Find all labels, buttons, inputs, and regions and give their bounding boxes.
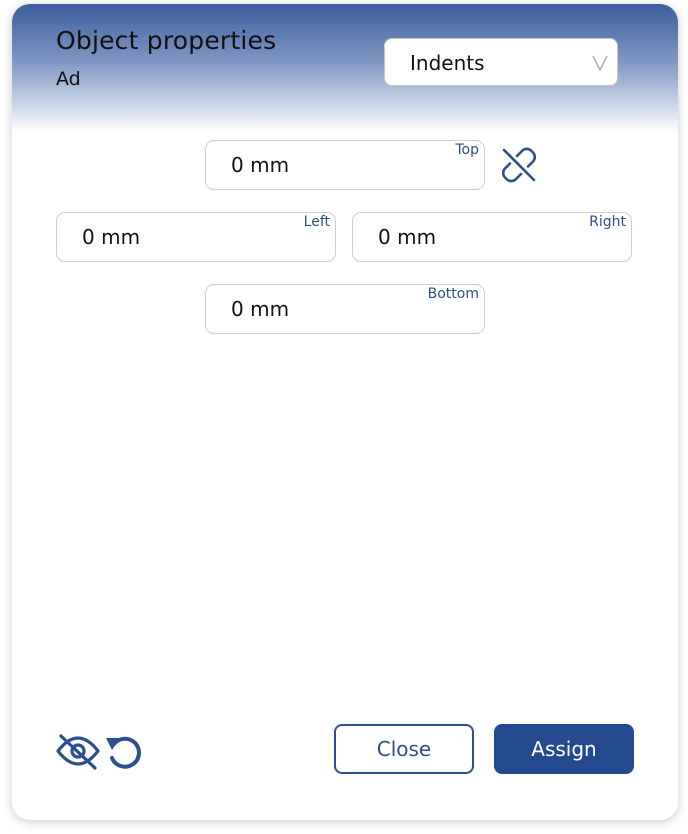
close-button[interactable]: Close: [334, 724, 474, 774]
indent-left-value: 0 mm: [82, 225, 141, 249]
eye-off-icon[interactable]: [54, 728, 102, 776]
indent-left-field[interactable]: 0 mm Left: [56, 212, 336, 262]
dialog-header: Object properties Ad Indents: [12, 4, 678, 132]
assign-button[interactable]: Assign: [494, 724, 634, 774]
indent-top-field[interactable]: 0 mm Top: [205, 140, 485, 190]
indent-top-label: Top: [455, 142, 479, 158]
indent-right-field[interactable]: 0 mm Right: [352, 212, 632, 262]
indent-left-label: Left: [303, 214, 330, 230]
indent-right-value: 0 mm: [378, 225, 437, 249]
mode-select[interactable]: Indents: [384, 38, 618, 86]
indent-bottom-value: 0 mm: [231, 297, 290, 321]
indent-bottom-field[interactable]: 0 mm Bottom: [205, 284, 485, 334]
object-properties-dialog: Object properties Ad Indents 0 mm Top 0 …: [12, 4, 678, 820]
mode-select-value: Indents: [410, 51, 485, 75]
indent-right-label: Right: [589, 214, 626, 230]
dialog-title: Object properties: [56, 26, 277, 55]
indent-top-value: 0 mm: [231, 153, 290, 177]
undo-icon[interactable]: [102, 728, 150, 776]
indent-bottom-label: Bottom: [427, 286, 479, 302]
unlink-icon[interactable]: [498, 144, 542, 188]
chevron-down-icon: [592, 55, 608, 72]
dialog-subtitle: Ad: [56, 68, 81, 90]
